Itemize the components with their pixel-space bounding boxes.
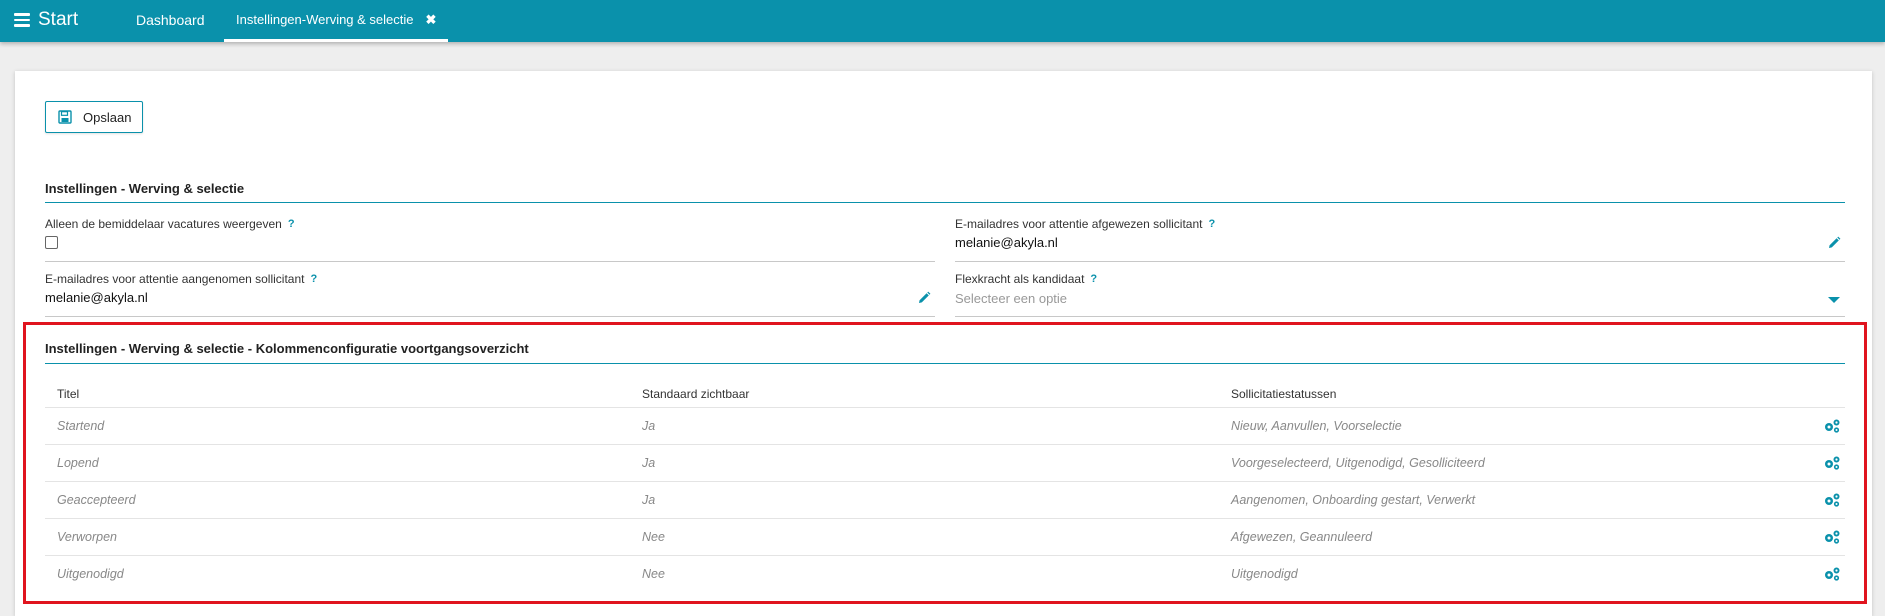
help-icon[interactable]: ? (310, 273, 317, 285)
caret-down-icon[interactable] (1828, 297, 1840, 303)
save-button[interactable]: Opslaan (45, 101, 143, 133)
menu-icon (14, 13, 30, 27)
pencil-icon[interactable] (1827, 236, 1841, 250)
cogs-icon[interactable] (1823, 455, 1841, 471)
only-mediator-checkbox[interactable] (45, 236, 58, 249)
close-icon[interactable]: ✖ (426, 12, 437, 28)
section-divider (45, 202, 1845, 203)
help-icon[interactable]: ? (288, 218, 295, 230)
field-underline (45, 316, 935, 317)
only-mediator-field: Alleen de bemiddelaar vacatures weergeve… (45, 217, 935, 262)
field-underline (955, 316, 1845, 317)
table-row: Uitgenodigd Nee Uitgenodigd (45, 556, 1845, 593)
table-header-row: Titel Standaard zichtbaar Sollicitatiest… (45, 386, 1845, 408)
cogs-icon[interactable] (1823, 566, 1841, 582)
accepted-email-field[interactable]: E-mailadres voor attentie aangenomen sol… (45, 272, 935, 317)
accepted-email-value[interactable]: melanie@akyla.nl (45, 290, 148, 305)
row-visible: Nee (642, 530, 665, 544)
start-menu-button[interactable]: Start (14, 9, 78, 31)
rejected-email-label: E-mailadres voor attentie afgewezen soll… (955, 217, 1203, 231)
help-icon[interactable]: ? (1090, 273, 1097, 285)
top-navigation-bar: Start Dashboard Instellingen-Werving & s… (0, 0, 1885, 42)
header-titel: Titel (57, 387, 80, 401)
row-visible: Ja (642, 419, 656, 433)
flex-candidate-label: Flexkracht als kandidaat (955, 272, 1085, 286)
header-standaard-zichtbaar: Standaard zichtbaar (642, 387, 750, 401)
section-title-settings: Instellingen - Werving & selectie (45, 181, 245, 196)
row-statuses: Voorgeselecteerd, Uitgenodigd, Gesollici… (1231, 456, 1485, 470)
pencil-icon[interactable] (917, 291, 931, 305)
flex-candidate-placeholder[interactable]: Selecteer een optie (955, 291, 1067, 306)
tab-active-label: Instellingen-Werving & selectie (236, 12, 414, 27)
row-statuses: Afgewezen, Geannuleerd (1231, 530, 1373, 544)
row-title: Lopend (57, 456, 99, 470)
table-row: Verworpen Nee Afgewezen, Geannuleerd (45, 519, 1845, 556)
table-row: Geaccepteerd Ja Aangenomen, Onboarding g… (45, 482, 1845, 519)
cogs-icon[interactable] (1823, 492, 1841, 508)
start-label: Start (38, 9, 79, 30)
field-underline (955, 261, 1845, 262)
help-icon[interactable]: ? (1208, 218, 1215, 230)
row-visible: Ja (642, 456, 656, 470)
table-row: Startend Ja Nieuw, Aanvullen, Voorselect… (45, 408, 1845, 445)
save-button-label: Opslaan (83, 109, 132, 125)
row-statuses: Aangenomen, Onboarding gestart, Verwerkt (1231, 493, 1476, 507)
column-config-table: Titel Standaard zichtbaar Sollicitatiest… (45, 386, 1845, 593)
row-title: Uitgenodigd (57, 567, 124, 581)
section-title-column-config: Instellingen - Werving & selectie - Kolo… (45, 341, 529, 356)
row-statuses: Uitgenodigd (1231, 567, 1298, 581)
field-underline (45, 261, 935, 262)
row-title: Startend (57, 419, 105, 433)
row-title: Verworpen (57, 530, 117, 544)
save-icon (58, 110, 72, 124)
row-title: Geaccepteerd (57, 493, 136, 507)
cogs-icon[interactable] (1823, 529, 1841, 545)
tab-instellingen-werving-selectie[interactable]: Instellingen-Werving & selectie ✖ (224, 0, 449, 42)
accepted-email-label: E-mailadres voor attentie aangenomen sol… (45, 272, 305, 286)
rejected-email-value[interactable]: melanie@akyla.nl (955, 235, 1058, 250)
table-row: Lopend Ja Voorgeselecteerd, Uitgenodigd,… (45, 445, 1845, 482)
header-sollicitatiestatussen: Sollicitatiestatussen (1231, 387, 1337, 401)
cogs-icon[interactable] (1823, 418, 1841, 434)
row-visible: Nee (642, 567, 665, 581)
row-statuses: Nieuw, Aanvullen, Voorselectie (1231, 419, 1402, 433)
tab-dashboard-label: Dashboard (136, 12, 205, 28)
row-visible: Ja (642, 493, 656, 507)
rejected-email-field[interactable]: E-mailadres voor attentie afgewezen soll… (955, 217, 1845, 262)
section-divider (45, 363, 1845, 364)
flex-candidate-select[interactable]: Flexkracht als kandidaat ? Selecteer een… (955, 272, 1845, 317)
only-mediator-label: Alleen de bemiddelaar vacatures weergeve… (45, 217, 282, 231)
tab-dashboard[interactable]: Dashboard (136, 0, 205, 41)
